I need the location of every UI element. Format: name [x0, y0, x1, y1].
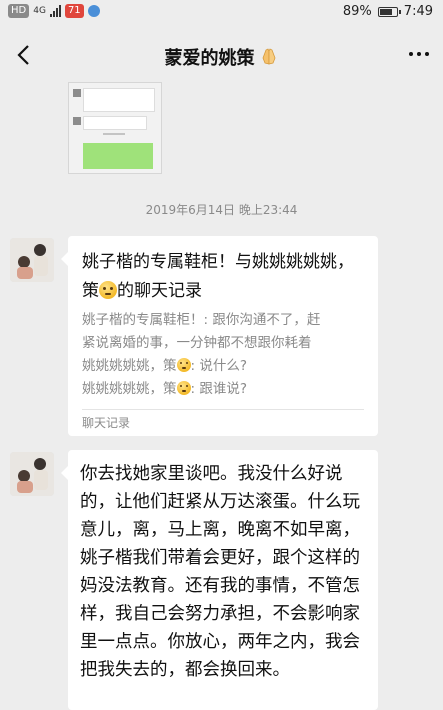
image-message[interactable] — [68, 82, 162, 174]
battery-fill — [379, 8, 393, 15]
chat-record-title-suffix: 的聊天记录 — [117, 281, 202, 301]
thumbnail-avatar — [73, 117, 81, 125]
thumbnail-line — [103, 133, 125, 135]
signal-icon — [49, 5, 61, 17]
battery-percent: 89% — [342, 4, 372, 19]
chat-record-preview: 姚子楷的专属鞋柜！: 跟你沟通不了，赶 紧说离婚的事，一分钟都不想跟你耗着 姚姚… — [82, 309, 370, 401]
preview-sender: 姚姚姚姚姚，策 — [82, 358, 177, 374]
preview-text: : 跟谁说? — [190, 381, 248, 397]
nav-bar: 蒙爱的姚策 — [0, 30, 443, 80]
card-divider — [82, 409, 364, 410]
preview-line: 紧说离婚的事，一分钟都不想跟你耗着 — [82, 335, 312, 351]
thumbnail-bubble — [83, 88, 155, 112]
clock: 7:49 — [403, 4, 433, 19]
preview-line: 姚姚姚姚姚，策 : 跟谁说? — [82, 378, 370, 401]
avatar-photo-icon — [10, 452, 54, 496]
more-options-icon[interactable] — [409, 52, 429, 56]
browser-notification-icon — [87, 5, 100, 17]
status-bar: HD 4G 71 89% 7:49 — [0, 0, 443, 26]
app-notification-icon: 71 — [64, 4, 84, 18]
thumbnail-bubble — [83, 116, 147, 130]
chat-title: 蒙爱的姚策 — [0, 44, 443, 70]
network-type: 4G — [33, 5, 46, 16]
status-right: 89% 7:49 — [343, 4, 433, 19]
preview-sender: 姚姚姚姚姚，策 — [82, 381, 177, 397]
hd-badge: HD — [8, 4, 30, 18]
preview-text: : 说什么? — [190, 358, 248, 374]
folded-hands-icon — [262, 48, 275, 65]
preview-line: 姚子楷的专属鞋柜！: 跟你沟通不了，赶 — [82, 312, 321, 328]
preview-line: 姚姚姚姚姚，策 : 说什么? — [82, 355, 370, 378]
confused-face-icon — [176, 358, 191, 372]
thumbnail-green-bubble — [83, 143, 153, 169]
thumbnail-avatar — [73, 89, 81, 97]
confused-face-icon — [99, 281, 117, 299]
chat-record-label: 聊天记录 — [82, 416, 131, 430]
chat-record-card[interactable]: 姚子楷的专属鞋柜！与姚姚姚姚姚，策 的聊天记录 姚子楷的专属鞋柜！: 跟你沟通不了… — [61, 236, 378, 436]
message-text: 你去找她家里谈吧。我没什么好说的，让他们赶紧从万达滚蛋。什么玩意儿，离，马上离，… — [80, 464, 360, 680]
sender-avatar[interactable] — [10, 452, 54, 496]
confused-face-icon — [176, 381, 191, 395]
sender-avatar[interactable] — [10, 238, 54, 282]
battery-icon — [377, 6, 401, 17]
status-left: HD 4G 71 — [8, 4, 100, 18]
message-timestamp: 2019年6月14日 晚上23:44 — [145, 203, 298, 217]
chat-record-title: 姚子楷的专属鞋柜！与姚姚姚姚姚，策 的聊天记录 — [82, 248, 368, 306]
text-message-bubble[interactable]: 你去找她家里谈吧。我没什么好说的，让他们赶紧从万达滚蛋。什么玩意儿，离，马上离，… — [61, 450, 378, 710]
avatar-photo-icon — [10, 238, 54, 282]
chat-title-text: 蒙爱的姚策 — [164, 48, 255, 69]
